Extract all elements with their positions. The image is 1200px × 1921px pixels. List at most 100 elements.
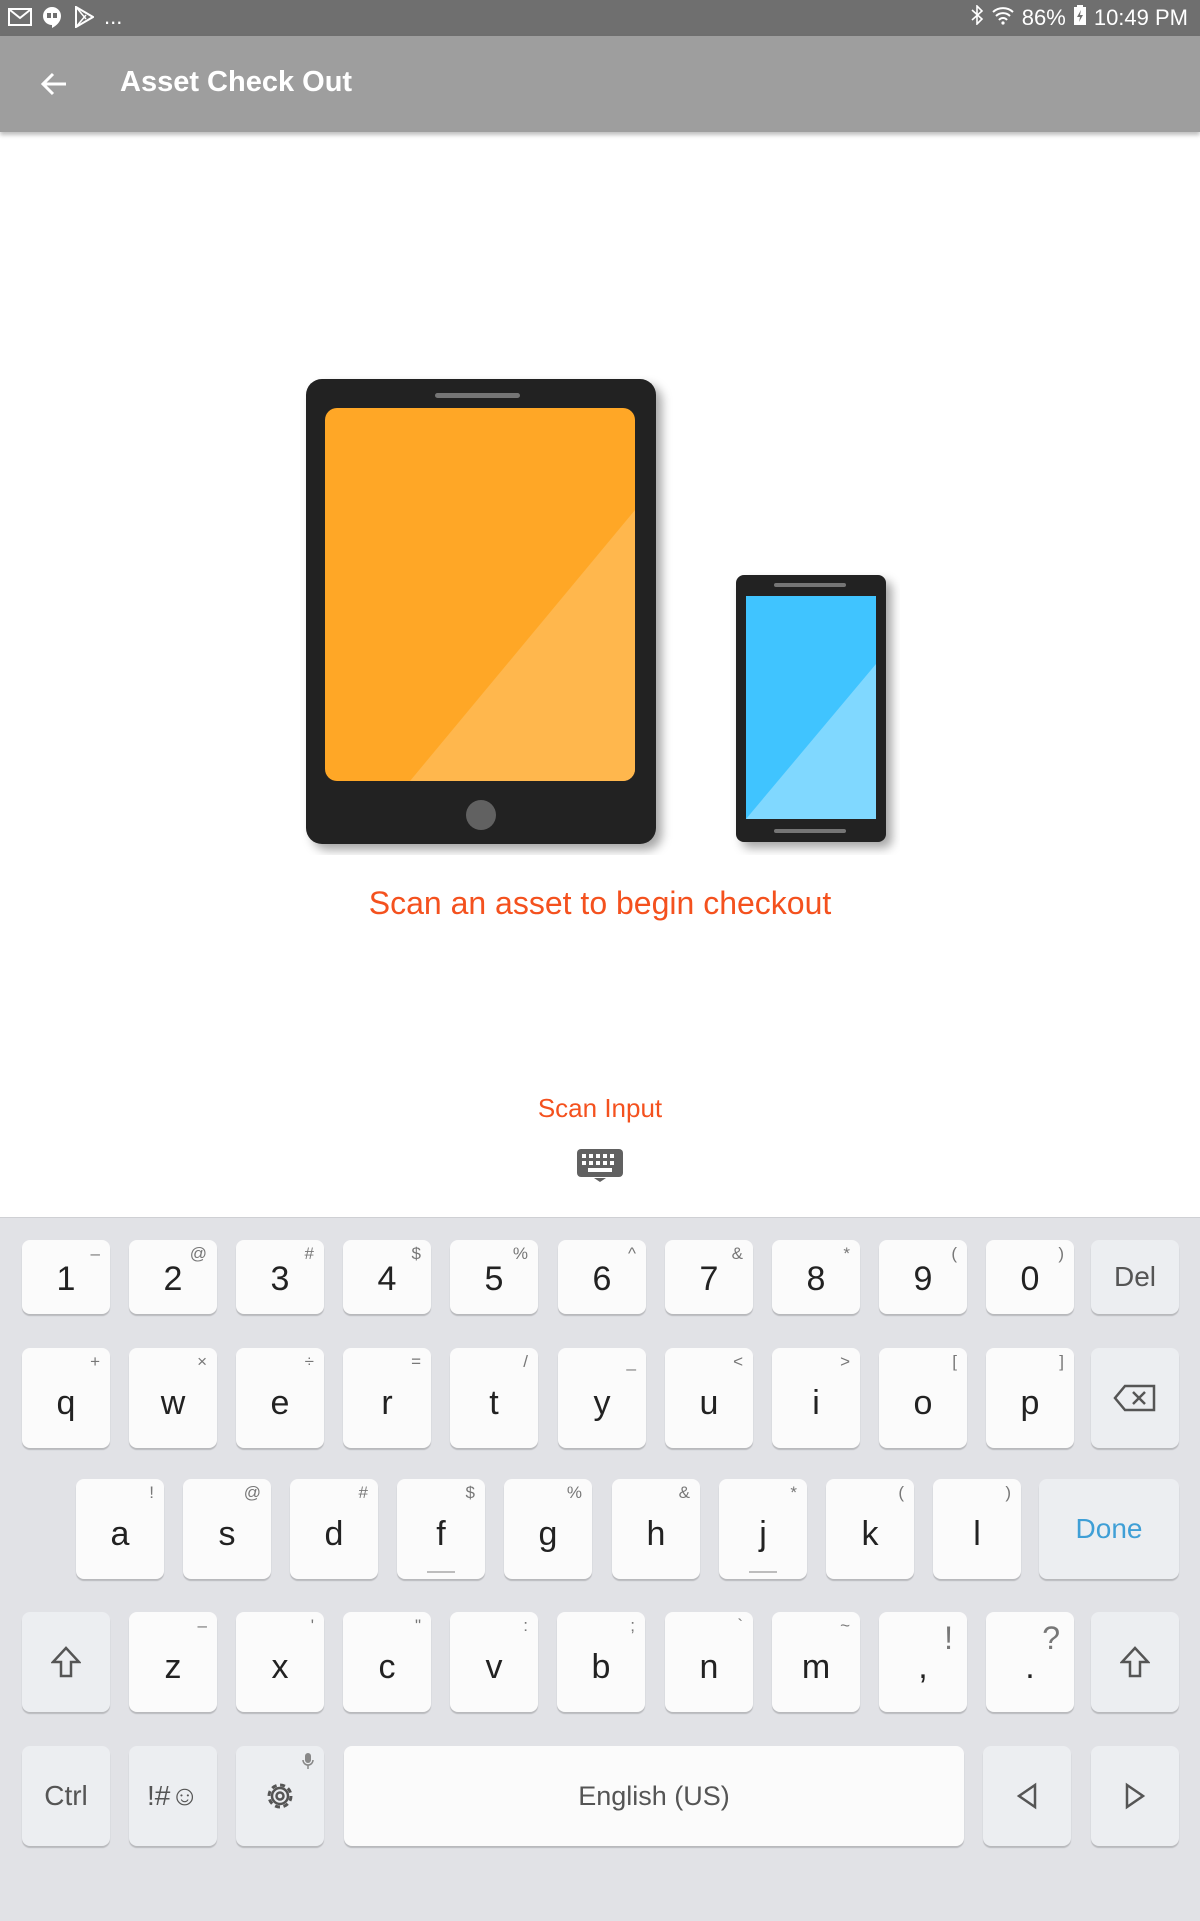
key-alt-char: " — [414, 1616, 421, 1635]
back-button[interactable] — [30, 62, 78, 106]
key-alt-char: < — [733, 1352, 743, 1371]
key-alt-char: [ — [952, 1352, 957, 1371]
hangouts-icon — [40, 6, 64, 28]
key-row2-8[interactable]: o[ — [879, 1348, 967, 1448]
key-char: q — [56, 1383, 76, 1422]
key-row3-0[interactable]: a! — [76, 1479, 164, 1579]
key-row2-9[interactable]: p] — [986, 1348, 1074, 1448]
key-row1-1[interactable]: 2 @ — [129, 1240, 217, 1314]
key-row3-1[interactable]: s @ — [183, 1479, 271, 1579]
scan-input-label[interactable]: Scan Input — [0, 1093, 1200, 1124]
keyboard-icon[interactable] — [576, 1148, 624, 1182]
key-alt-char: * — [790, 1483, 797, 1502]
key-char: l — [973, 1514, 981, 1553]
key-row2-2[interactable]: e ÷ — [236, 1348, 324, 1448]
key-done[interactable]: Done — [1039, 1479, 1179, 1579]
key-row4-0[interactable]: z – — [129, 1612, 217, 1712]
key-alt-char: ! — [149, 1483, 154, 1502]
triangle-left-icon — [1016, 1782, 1037, 1810]
arrow-back-icon — [40, 72, 66, 96]
scan-prompt-message: Scan an asset to begin checkout — [368, 885, 832, 921]
key-row3-6[interactable]: j * — [719, 1479, 807, 1579]
key-symbols[interactable]: !#☺ — [129, 1746, 217, 1846]
key-row4-3[interactable]: v: — [450, 1612, 538, 1712]
key-row3-8[interactable]: l) — [933, 1479, 1021, 1579]
key-row4-2[interactable]: c " — [343, 1612, 431, 1712]
key-char: v — [485, 1647, 503, 1686]
key-row3-5[interactable]: h & — [612, 1479, 700, 1579]
key-row3-7[interactable]: k( — [826, 1479, 914, 1579]
key-shift-left[interactable] — [22, 1612, 110, 1712]
key-row1-6[interactable]: 7 & — [665, 1240, 753, 1314]
key-row1-4[interactable]: 5% — [450, 1240, 538, 1314]
key-row1-2[interactable]: 3 # — [236, 1240, 324, 1314]
key-char: k — [861, 1514, 879, 1553]
key-char: y — [593, 1383, 611, 1422]
key-row2-7[interactable]: i > — [772, 1348, 860, 1448]
key-row1-8[interactable]: 9( — [879, 1240, 967, 1314]
key-row4-4[interactable]: b; — [557, 1612, 645, 1712]
key-row4-6[interactable]: m ~ — [772, 1612, 860, 1712]
key-char: 9 — [913, 1259, 933, 1298]
key-char: 0 — [1020, 1259, 1040, 1298]
wifi-icon — [992, 5, 1014, 31]
clock: 10:49 PM — [1093, 5, 1188, 30]
key-shift-right[interactable] — [1091, 1612, 1179, 1712]
key-alt-char: ! — [944, 1620, 953, 1656]
key-char: 7 — [699, 1259, 719, 1298]
key-settings[interactable] — [236, 1746, 324, 1846]
key-row1-7[interactable]: 8 * — [772, 1240, 860, 1314]
phone-icon — [736, 575, 886, 842]
key-alt-char: $ — [411, 1244, 421, 1263]
battery-charging-icon — [1073, 5, 1086, 31]
key-alt-char: ; — [630, 1616, 635, 1635]
key-row3-4[interactable]: g% — [504, 1479, 592, 1579]
key-char: p — [1020, 1383, 1040, 1422]
key-char: n — [699, 1647, 719, 1686]
key-arrow-right[interactable] — [1091, 1746, 1179, 1846]
key-row1-0[interactable]: 1– — [22, 1240, 110, 1314]
key-alt-char: ~ — [840, 1616, 850, 1635]
key-alt-char: ( — [951, 1244, 957, 1263]
key-row1-9[interactable]: 0) — [986, 1240, 1074, 1314]
key-alt-char: * — [843, 1244, 850, 1263]
devices-illustration — [306, 379, 886, 844]
key-char: a — [110, 1514, 130, 1553]
key-row2-3[interactable]: r = — [343, 1348, 431, 1448]
key-alt-char: # — [304, 1244, 314, 1263]
key-row3-3[interactable]: f $ — [397, 1479, 485, 1579]
key-alt-char: $ — [465, 1483, 475, 1502]
key-row4-7[interactable]: ,! — [879, 1612, 967, 1712]
key-row4-5[interactable]: n ` — [665, 1612, 753, 1712]
key-row1-3[interactable]: 4 $ — [343, 1240, 431, 1314]
key-char: x — [271, 1647, 289, 1686]
key-char: t — [489, 1383, 499, 1422]
key-row2-0[interactable]: q + — [22, 1348, 110, 1448]
key-backspace[interactable] — [1091, 1348, 1179, 1448]
key-row2-6[interactable]: u < — [665, 1348, 753, 1448]
key-char: i — [812, 1383, 820, 1422]
shift-icon — [51, 1646, 81, 1678]
key-row3-2[interactable]: d # — [290, 1479, 378, 1579]
key-char: r — [381, 1383, 393, 1422]
status-bar: ... 86% 10:49 PM — [0, 0, 1200, 36]
key-row2-4[interactable]: t / — [450, 1348, 538, 1448]
key-alt-char: × — [197, 1352, 207, 1371]
key-arrow-left[interactable] — [983, 1746, 1071, 1846]
key-alt-char: ) — [1005, 1483, 1011, 1502]
key-del[interactable]: Del — [1091, 1240, 1179, 1314]
key-row2-1[interactable]: w × — [129, 1348, 217, 1448]
key-ctrl[interactable]: Ctrl — [22, 1746, 110, 1846]
key-row1-5[interactable]: 6 ^ — [558, 1240, 646, 1314]
key-alt-char: ^ — [628, 1244, 636, 1263]
key-alt-char: – — [90, 1244, 100, 1263]
key-alt-char: ) — [1058, 1244, 1064, 1263]
home-row-marker — [749, 1571, 777, 1573]
key-row2-5[interactable]: y _ — [558, 1348, 646, 1448]
key-char: 3 — [270, 1259, 290, 1298]
key-char: w — [160, 1383, 186, 1422]
key-row4-8[interactable]: .? — [986, 1612, 1074, 1712]
key-space[interactable]: English (US) — [344, 1746, 964, 1846]
key-row4-1[interactable]: x ' — [236, 1612, 324, 1712]
home-row-marker — [427, 1571, 455, 1573]
